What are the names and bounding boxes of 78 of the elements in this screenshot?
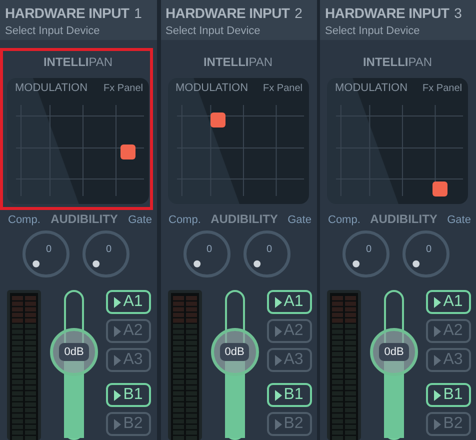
play-icon — [114, 296, 122, 308]
bus-button[interactable]: B1 — [106, 383, 151, 407]
channel-title: HARDWARE INPUT — [5, 5, 130, 21]
fx-panel-link[interactable]: Fx Panel — [104, 83, 143, 94]
play-icon — [434, 418, 442, 430]
pan-pad[interactable]: MODULATION Fx Panel — [327, 78, 468, 204]
knob-value: 0 — [106, 244, 112, 255]
pan-handle[interactable] — [120, 144, 136, 160]
volume-fader[interactable]: 0dB — [210, 290, 260, 440]
pan-handle[interactable] — [432, 181, 448, 196]
fader-thumb[interactable]: 0dB — [210, 328, 258, 376]
comp-label[interactable]: Comp. — [8, 214, 40, 226]
pan-pad[interactable]: MODULATION Fx Panel — [168, 78, 308, 204]
input-device-selector[interactable]: Select Input Device — [5, 25, 152, 37]
modulation-label: MODULATION — [176, 82, 248, 94]
pan-handle[interactable] — [210, 112, 226, 128]
modulation-label: MODULATION — [15, 82, 88, 94]
play-icon — [434, 296, 442, 308]
knob[interactable]: 0 — [182, 230, 230, 278]
play-icon — [274, 326, 282, 336]
gate-label[interactable]: Gate — [288, 214, 312, 226]
play-icon — [274, 418, 282, 430]
modulation-label: MODULATION — [335, 82, 408, 94]
channel-number: 1 — [134, 5, 142, 21]
audibility-label: AUDIBILITY — [50, 212, 118, 226]
channel-number: 3 — [454, 5, 462, 21]
knob[interactable]: 0 — [22, 230, 70, 278]
fx-panel-link[interactable]: Fx Panel — [422, 83, 462, 94]
knob[interactable]: 0 — [342, 230, 390, 278]
intellipan-label: INTELLIPAN — [43, 55, 113, 69]
play-icon — [274, 296, 282, 308]
fader-value: 0dB — [59, 342, 89, 361]
play-icon — [114, 326, 122, 336]
comp-label[interactable]: Comp. — [168, 214, 201, 226]
knob[interactable]: 0 — [242, 230, 290, 278]
volume-fader[interactable]: 0dB — [369, 290, 419, 440]
gate-label[interactable]: Gate — [128, 214, 152, 226]
channel-number: 2 — [294, 5, 302, 21]
input-device-selector[interactable]: Select Input Device — [166, 25, 312, 37]
fader-thumb[interactable]: 0dB — [370, 328, 418, 376]
intellipan-label: INTELLIPAN — [362, 55, 432, 69]
gate-label[interactable]: Gate — [447, 214, 471, 226]
play-icon — [114, 354, 122, 366]
play-icon — [434, 326, 442, 336]
play-icon — [114, 418, 122, 430]
fx-panel-link[interactable]: Fx Panel — [263, 83, 302, 94]
bus-button[interactable]: B1 — [266, 383, 312, 407]
bus-button[interactable]: B1 — [426, 383, 471, 407]
channel-header[interactable]: HARDWARE INPUT 1 Select Input Device — [0, 0, 157, 40]
knob-value: 0 — [266, 244, 272, 255]
play-icon — [274, 354, 282, 366]
fader-value: 0dB — [220, 342, 250, 361]
channel-title: HARDWARE INPUT — [325, 5, 450, 21]
volume-fader[interactable]: 0dB — [49, 290, 99, 440]
bus-button[interactable]: A1 — [426, 290, 471, 314]
audibility-label: AUDIBILITY — [370, 212, 438, 226]
fader-thumb[interactable]: 0dB — [50, 328, 98, 376]
input-device-selector[interactable]: Select Input Device — [325, 25, 471, 37]
channel-title: HARDWARE INPUT — [166, 5, 290, 21]
play-icon — [434, 390, 442, 400]
pan-pad[interactable]: MODULATION Fx Panel — [7, 78, 149, 204]
bus-button[interactable]: A1 — [266, 290, 312, 314]
play-icon — [114, 390, 122, 400]
play-icon — [434, 354, 442, 366]
knob-value: 0 — [206, 244, 212, 255]
channel-header[interactable]: HARDWARE INPUT 2 Select Input Device — [160, 0, 316, 40]
knob[interactable]: 0 — [82, 230, 130, 278]
fader-value: 0dB — [379, 342, 409, 361]
play-icon — [274, 390, 282, 400]
knob-value: 0 — [366, 244, 372, 255]
comp-label[interactable]: Comp. — [328, 214, 360, 226]
knob-value: 0 — [426, 244, 432, 255]
knob-value: 0 — [46, 244, 52, 255]
audibility-label: AUDIBILITY — [210, 212, 278, 226]
channel-header[interactable]: HARDWARE INPUT 3 Select Input Device — [320, 0, 476, 40]
bus-button[interactable]: A1 — [106, 290, 151, 314]
intellipan-label: INTELLIPAN — [203, 55, 273, 69]
knob[interactable]: 0 — [402, 230, 450, 278]
